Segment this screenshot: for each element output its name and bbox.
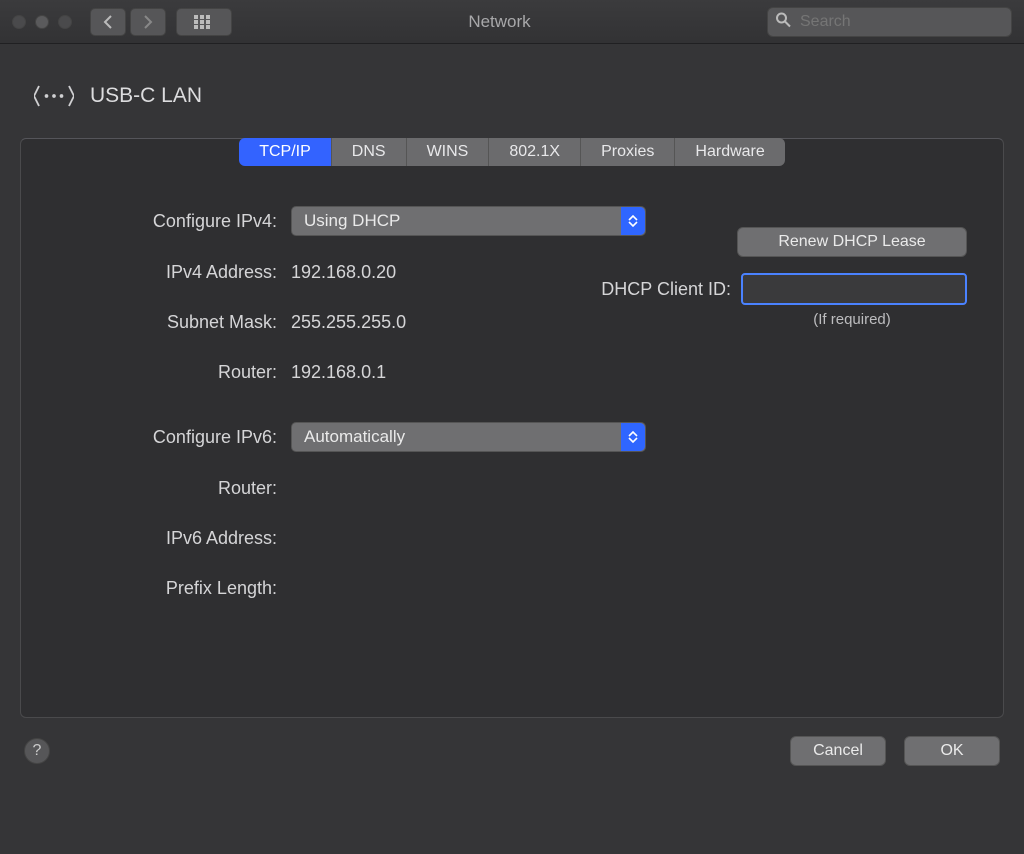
ipv4-address-value: 192.168.0.20: [291, 262, 396, 283]
updown-caret-icon: [621, 207, 645, 235]
minimize-window-dot[interactable]: [35, 15, 49, 29]
tab-hardware[interactable]: Hardware: [675, 138, 784, 166]
dhcp-client-id-input[interactable]: [741, 273, 967, 305]
ok-button[interactable]: OK: [904, 736, 1000, 766]
configure-ipv6-value: Automatically: [304, 427, 405, 447]
ipv6-router-label: Router:: [61, 478, 291, 499]
zoom-window-dot[interactable]: [58, 15, 72, 29]
subnet-mask-label: Subnet Mask:: [61, 312, 291, 333]
back-button[interactable]: [90, 8, 126, 36]
ipv4-router-value: 192.168.0.1: [291, 362, 386, 383]
show-all-button[interactable]: [176, 8, 232, 36]
tab-dns[interactable]: DNS: [332, 138, 407, 166]
interface-header: USB-C LAN: [20, 64, 1004, 138]
dhcp-side-column: Renew DHCP Lease DHCP Client ID: (If req…: [737, 227, 967, 328]
dhcp-client-id-label: DHCP Client ID:: [601, 279, 731, 300]
title-bar: Network: [0, 0, 1024, 44]
ipv6-address-label: IPv6 Address:: [61, 528, 291, 549]
search-field-wrap: [767, 7, 1012, 37]
tab-8021x[interactable]: 802.1X: [489, 138, 581, 166]
settings-panel: TCP/IP DNS WINS 802.1X Proxies Hardware …: [20, 138, 1004, 718]
nav-buttons: [90, 8, 166, 36]
configure-ipv4-value: Using DHCP: [304, 211, 400, 231]
forward-button[interactable]: [130, 8, 166, 36]
tab-wins[interactable]: WINS: [407, 138, 490, 166]
ethernet-icon: [34, 76, 74, 116]
configure-ipv6-label: Configure IPv6:: [61, 427, 291, 448]
window-title: Network: [232, 12, 767, 32]
footer-bar: ? Cancel OK: [20, 736, 1004, 766]
ipv4-address-label: IPv4 Address:: [61, 262, 291, 283]
ipv4-router-label: Router:: [61, 362, 291, 383]
tab-bar: TCP/IP DNS WINS 802.1X Proxies Hardware: [21, 138, 1003, 166]
cancel-button[interactable]: Cancel: [790, 736, 886, 766]
tab-tcpip[interactable]: TCP/IP: [239, 138, 332, 166]
renew-dhcp-lease-button[interactable]: Renew DHCP Lease: [737, 227, 967, 257]
configure-ipv4-label: Configure IPv4:: [61, 211, 291, 232]
search-icon: [775, 11, 791, 32]
subnet-mask-value: 255.255.255.0: [291, 312, 406, 333]
updown-caret-icon: [621, 423, 645, 451]
help-button[interactable]: ?: [24, 738, 50, 764]
tab-proxies[interactable]: Proxies: [581, 138, 675, 166]
prefix-length-label: Prefix Length:: [61, 578, 291, 599]
interface-name: USB-C LAN: [90, 84, 202, 108]
configure-ipv6-select[interactable]: Automatically: [291, 422, 646, 452]
dhcp-client-id-hint: (If required): [813, 311, 891, 328]
close-window-dot[interactable]: [12, 15, 26, 29]
window-controls: [12, 15, 72, 29]
search-input[interactable]: [767, 7, 1012, 37]
configure-ipv4-select[interactable]: Using DHCP: [291, 206, 646, 236]
